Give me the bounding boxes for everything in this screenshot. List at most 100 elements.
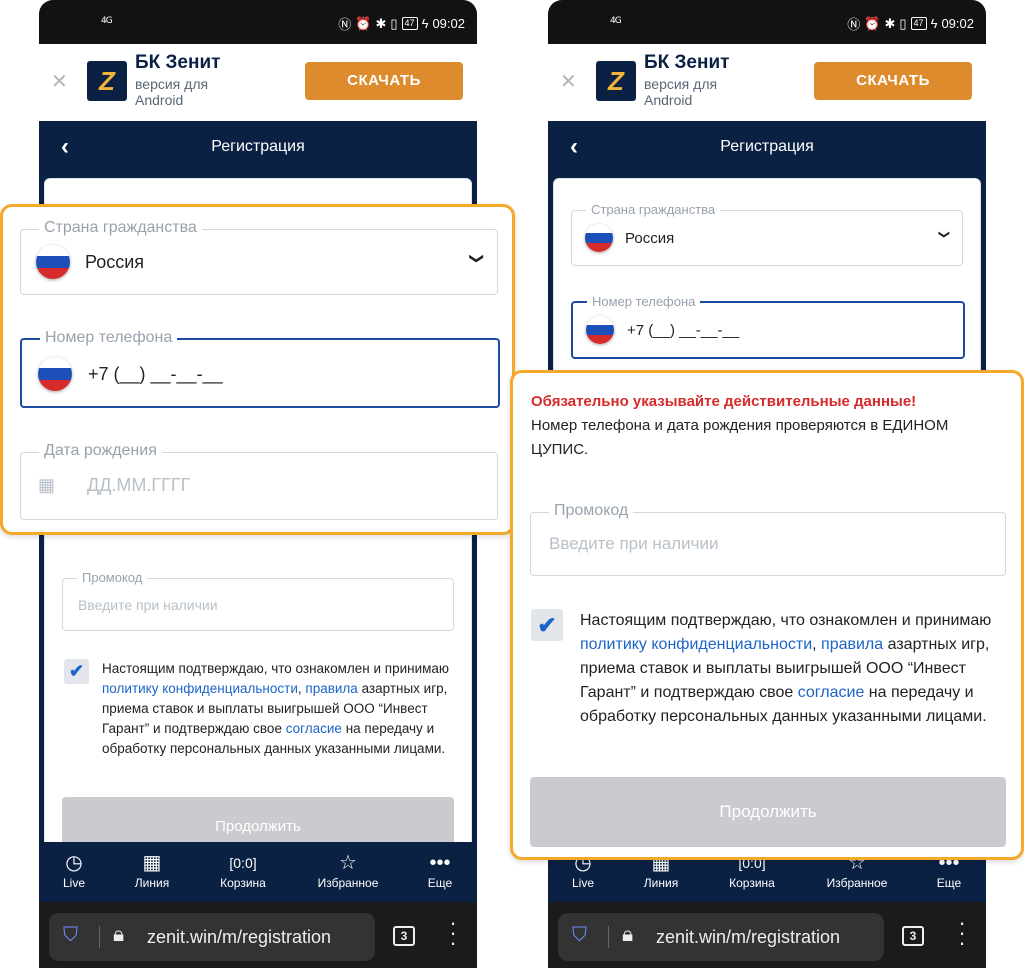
consent-text-part: Настоящим подтверждаю, что ознакомлен и … — [580, 612, 992, 629]
calendar-icon: ▦ — [142, 852, 162, 874]
divider — [608, 926, 609, 948]
network-indicator: 4G — [610, 16, 622, 26]
tabs-button[interactable]: 3 — [393, 926, 415, 946]
consent-link[interactable]: согласие — [286, 721, 342, 736]
network-indicator: 4G — [101, 16, 113, 26]
russia-flag-icon — [586, 316, 614, 344]
clock-icon: ◷ — [65, 852, 83, 874]
promo-field[interactable]: Промокод Введите при наличии — [530, 502, 1006, 576]
highlight-callout-warning: Обязательно указывайте действительные да… — [510, 370, 1024, 860]
lock-icon: 🔒︎ — [113, 923, 125, 946]
app-name: БК Зенит — [135, 52, 221, 73]
continue-button[interactable]: Продолжить — [530, 777, 1006, 847]
nav-header: ‹ Регистрация — [39, 121, 477, 174]
vibrate-icon: ▯ — [390, 15, 398, 31]
promo-placeholder: Введите при наличии — [78, 597, 218, 613]
country-label: Страна гражданства — [586, 202, 721, 217]
tab-label: Линия — [134, 876, 170, 890]
phone-label: Номер телефона — [587, 294, 701, 309]
country-select[interactable]: Страна гражданства Россия ❯ — [571, 202, 963, 266]
menu-icon[interactable]: · · · — [958, 912, 966, 954]
vibrate-icon: ▯ — [899, 15, 907, 31]
tab-label: Еще — [936, 876, 962, 890]
address-bar[interactable]: ⛉ 🔒︎ zenit.win/m/registration — [558, 913, 884, 961]
lock-icon: 🔒︎ — [622, 923, 634, 946]
russia-flag-icon — [585, 224, 613, 252]
warning-title: Обязательно указывайте действительные да… — [531, 393, 917, 410]
country-select[interactable]: Страна гражданства Россия ❯ — [20, 219, 498, 295]
tabs-button[interactable]: 3 — [902, 926, 924, 946]
phone-field[interactable]: Номер телефона +7 (__) __-__-__ — [571, 294, 965, 359]
nav-header: ‹ Регистрация — [548, 121, 986, 174]
consent-text: Настоящим подтверждаю, что ознакомлен и … — [580, 609, 1010, 729]
promo-placeholder: Введите при наличии — [549, 534, 719, 553]
phone-value: +7 (__) __-__-__ — [88, 364, 223, 384]
country-value: Россия — [85, 252, 145, 272]
browser-bar: ⛉ 🔒︎ zenit.win/m/registration 3 · · · — [548, 902, 986, 968]
privacy-policy-link[interactable]: политику конфиденциальности — [102, 681, 298, 696]
star-icon: ☆ — [339, 852, 357, 874]
status-icons: Ⓝ ⏰ ✱ ▯ 47 ϟ 09:02 — [847, 14, 974, 33]
tab-label: Еще — [427, 876, 453, 890]
highlight-callout-fields: Страна гражданства Россия ❯ Номер телефо… — [0, 204, 515, 535]
address-bar[interactable]: ⛉ 🔒︎ zenit.win/m/registration — [49, 913, 375, 961]
chevron-down-icon: ❯ — [469, 252, 486, 265]
battery-level: 47 — [401, 17, 418, 30]
download-button[interactable]: СКАЧАТЬ — [814, 62, 972, 100]
tab-cart[interactable]: [0:0] Корзина — [208, 850, 278, 890]
privacy-policy-link[interactable]: политику конфиденциальности — [580, 636, 812, 653]
status-bar: 4G Ⓝ ⏰ ✱ ▯ 47 ϟ 09:02 — [39, 0, 477, 44]
download-button[interactable]: СКАЧАТЬ — [305, 62, 463, 100]
continue-button[interactable]: Продолжить — [62, 797, 454, 847]
app-name: БК Зенит — [644, 52, 730, 73]
app-logo: Z — [87, 61, 127, 101]
bottom-tab-bar: ◷ Live ▦ Линия [0:0] Корзина ☆ Избранное •••… — [39, 842, 477, 902]
nfc-icon: Ⓝ — [847, 17, 861, 32]
promo-field[interactable]: Промокод Введите при наличии — [62, 570, 454, 631]
tab-label: Live — [571, 876, 594, 890]
clock-time: 09:02 — [432, 16, 465, 31]
tab-more[interactable]: ••• Еще — [405, 850, 475, 890]
tab-line[interactable]: ▦ Линия — [117, 850, 187, 890]
warning-body: Номер телефона и дата рождения проверяют… — [531, 417, 949, 458]
tab-label: Избранное — [826, 876, 888, 890]
tab-label: Корзина — [220, 876, 266, 890]
birthdate-field[interactable]: Дата рождения ▦ ДД.ММ.ГГГГ — [20, 442, 498, 520]
country-label: Страна гражданства — [39, 219, 202, 237]
app-logo: Z — [596, 61, 636, 101]
phone-value: +7 (__) __-__-__ — [627, 322, 740, 339]
rules-link[interactable]: правила — [821, 636, 883, 653]
consent-comma: , — [812, 636, 822, 653]
phone-field[interactable]: Номер телефона +7 (__) __-__-__ — [20, 329, 500, 408]
phone-label: Номер телефона — [40, 329, 178, 347]
calendar-icon: ▦ — [38, 475, 56, 495]
consent-checkbox[interactable]: ✔ — [531, 609, 563, 641]
app-subtitle: версия для Android — [644, 76, 718, 108]
consent-link[interactable]: согласие — [798, 684, 865, 701]
close-banner-icon[interactable]: ✕ — [560, 69, 577, 94]
page-title: Регистрация — [720, 138, 814, 155]
consent-checkbox[interactable]: ✔ — [64, 659, 89, 684]
russia-flag-icon — [36, 245, 70, 279]
nfc-icon: Ⓝ — [338, 17, 352, 32]
divider — [99, 926, 100, 948]
birthdate-label: Дата рождения — [39, 442, 162, 460]
bluetooth-icon: ✱ — [375, 15, 387, 31]
url-text: zenit.win/m/registration — [656, 927, 841, 947]
shield-icon[interactable]: ⛉ — [572, 924, 587, 947]
rules-link[interactable]: правила — [305, 681, 357, 696]
charging-icon: ϟ — [930, 16, 938, 31]
tab-live[interactable]: ◷ Live — [39, 850, 109, 890]
page-title: Регистрация — [211, 138, 305, 155]
shield-icon[interactable]: ⛉ — [63, 924, 78, 947]
menu-icon[interactable]: · · · — [449, 912, 457, 954]
app-install-banner: ✕ Z БК Зенит версия для Android СКАЧАТЬ — [39, 44, 477, 121]
country-value: Россия — [625, 230, 675, 247]
bluetooth-icon: ✱ — [884, 15, 896, 31]
promo-label: Промокод — [549, 502, 634, 520]
consent-text-part: Настоящим подтверждаю, что ознакомлен и … — [102, 661, 450, 676]
coupon-icon: [0:0] — [229, 855, 257, 871]
close-banner-icon[interactable]: ✕ — [51, 69, 68, 94]
tab-label: Корзина — [729, 876, 775, 890]
tab-favorites[interactable]: ☆ Избранное — [312, 850, 384, 890]
